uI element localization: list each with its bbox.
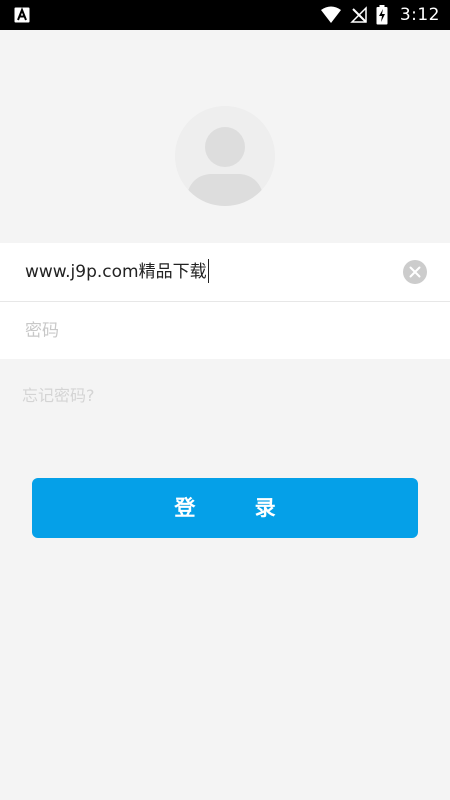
user-avatar-icon bbox=[175, 106, 275, 206]
username-input[interactable]: www.j9p.com精品下载 bbox=[25, 243, 210, 301]
status-time: 3:12 bbox=[399, 5, 440, 25]
a-letter-icon bbox=[14, 7, 30, 23]
battery-charging-icon bbox=[376, 5, 388, 25]
status-bar: 3:12 bbox=[0, 0, 450, 30]
username-value: www.j9p.com精品下载 bbox=[25, 262, 207, 282]
wifi-icon bbox=[320, 6, 342, 24]
close-icon[interactable] bbox=[403, 260, 427, 284]
no-signal-icon bbox=[350, 6, 368, 24]
password-placeholder: 密码 bbox=[25, 321, 59, 341]
login-form: www.j9p.com精品下载 密码 bbox=[0, 243, 450, 359]
status-icons: 3:12 bbox=[320, 0, 440, 30]
forgot-password-link[interactable]: 忘记密码? bbox=[22, 382, 95, 406]
login-button[interactable]: 登 录 bbox=[32, 478, 418, 538]
password-field[interactable]: 密码 bbox=[0, 302, 450, 360]
text-cursor bbox=[207, 258, 210, 283]
username-field[interactable]: www.j9p.com精品下载 bbox=[0, 243, 450, 301]
